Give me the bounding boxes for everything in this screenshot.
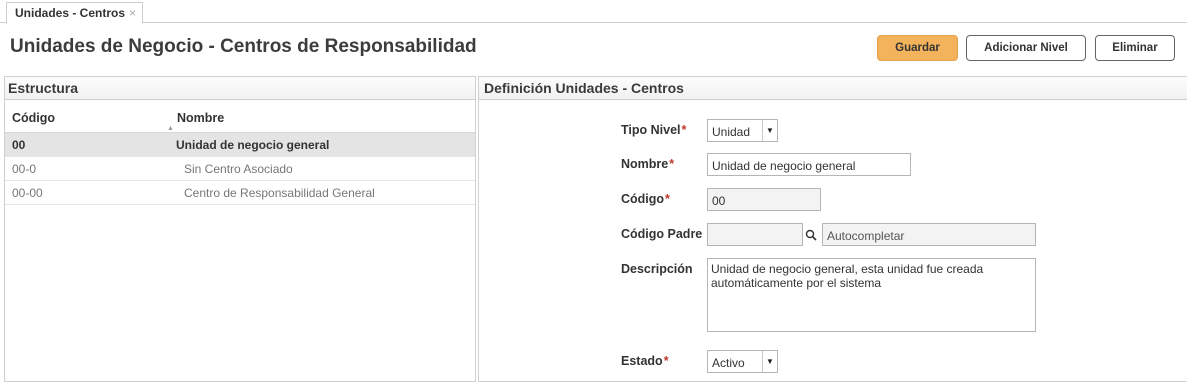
row-code: 00-0 (12, 162, 37, 176)
required-mark: * (663, 354, 669, 368)
estado-value: Activo (712, 356, 745, 370)
column-header-code[interactable]: Código (12, 111, 55, 125)
sort-indicator-icon: ▲ (167, 125, 174, 132)
table-row[interactable]: 00 Unidad de negocio general (5, 133, 475, 157)
tab-strip: Unidades - Centros × (0, 0, 1187, 24)
required-mark: * (665, 192, 670, 206)
estado-label: Estado* (621, 354, 669, 368)
tipo-nivel-label: Tipo Nivel* (621, 123, 687, 137)
codigo-label: Código* (621, 192, 670, 206)
close-icon[interactable]: × (129, 3, 136, 23)
row-name: Unidad de negocio general (176, 138, 330, 152)
search-icon[interactable] (802, 224, 820, 245)
codigo-padre-label: Código Padre (621, 227, 703, 241)
table-row[interactable]: 00-0 Sin Centro Asociado (5, 157, 475, 181)
definition-panel-title: Definición Unidades - Centros (479, 77, 1187, 100)
row-name: Centro de Responsabilidad General (184, 186, 375, 200)
add-level-button[interactable]: Adicionar Nivel (966, 35, 1086, 61)
structure-panel: Estructura Código Nombre ▲ 00 Unidad de … (4, 76, 476, 382)
chevron-down-icon[interactable]: ▼ (762, 351, 777, 372)
required-mark: * (681, 123, 687, 137)
column-header-name[interactable]: Nombre (177, 111, 224, 125)
tipo-nivel-select[interactable]: Unidad ▼ (707, 119, 778, 142)
structure-panel-title: Estructura (5, 77, 475, 100)
delete-button[interactable]: Eliminar (1095, 35, 1175, 61)
page-title: Unidades de Negocio - Centros de Respons… (10, 36, 477, 57)
row-name: Sin Centro Asociado (184, 162, 293, 176)
row-code: 00-00 (12, 186, 43, 200)
tipo-nivel-value: Unidad (712, 125, 751, 139)
table-row[interactable]: 00-00 Centro de Responsabilidad General (5, 181, 475, 205)
tab-unidades-centros[interactable]: Unidades - Centros × (6, 2, 144, 24)
descripcion-label: Descripción (621, 262, 693, 276)
save-button[interactable]: Guardar (877, 35, 958, 61)
descripcion-textarea[interactable]: Unidad de negocio general, esta unidad f… (707, 258, 1036, 332)
nombre-field[interactable]: Unidad de negocio general (707, 153, 911, 176)
chevron-down-icon[interactable]: ▼ (762, 120, 777, 141)
row-code: 00 (12, 138, 26, 152)
structure-table-header: Código Nombre ▲ (5, 100, 475, 133)
codigo-padre-field[interactable] (707, 223, 803, 246)
estado-select[interactable]: Activo ▼ (707, 350, 778, 373)
nombre-label: Nombre* (621, 157, 675, 171)
autocomplete-field[interactable]: Autocompletar (822, 223, 1036, 246)
required-mark: * (669, 157, 675, 171)
tab-label: Unidades - Centros (15, 6, 126, 20)
definition-panel: Definición Unidades - Centros Tipo Nivel… (478, 76, 1187, 382)
codigo-field[interactable]: 00 (707, 188, 821, 211)
